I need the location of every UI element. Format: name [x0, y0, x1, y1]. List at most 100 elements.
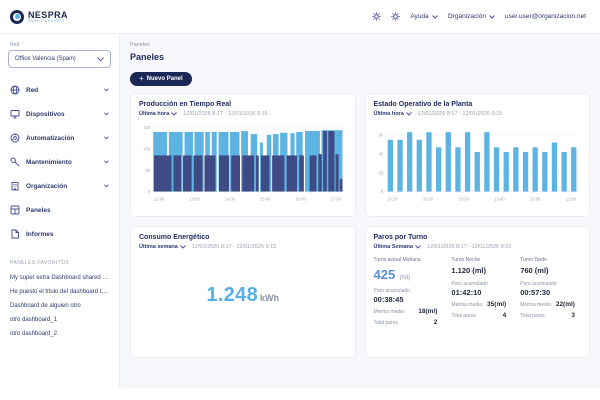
devices-icon [10, 109, 20, 119]
total-paros-value: 4 [503, 312, 507, 319]
chevron-down-icon [415, 245, 421, 249]
footer-strip [0, 388, 600, 400]
merma-turno-value: 1.120 (ml) [451, 266, 512, 275]
sidebar-item-label: Automatización [26, 135, 74, 142]
sidebar-item-label: Mantenimiento [26, 159, 72, 166]
merma-media-value: 35(ml) [487, 301, 506, 308]
card-produccion-tiempo-real: Producción en Tiempo Real Última hora 12… [130, 93, 356, 217]
favorite-dashboard-link[interactable]: otro dashboard_1 [0, 313, 119, 327]
paro-acumulado-value: 01:42:10 [451, 288, 512, 297]
sidebar-item-label: Red [26, 87, 38, 94]
chevron-down-icon [432, 15, 438, 19]
svg-text:13:00: 13:00 [189, 196, 200, 201]
card-title: Paros por Turno [374, 234, 582, 241]
organization-menu[interactable]: Organización [448, 13, 495, 20]
brand-name: NESPRA [28, 11, 68, 19]
svg-text:0: 0 [380, 189, 383, 194]
svg-text:100: 100 [143, 146, 151, 151]
sidebar-item-organizacion[interactable]: Organización [0, 174, 119, 198]
brand-logo[interactable]: NESPRA SMART DEVICES [10, 10, 68, 24]
chevron-down-icon [489, 15, 495, 19]
svg-text:11:00: 11:00 [565, 196, 576, 201]
network-select[interactable]: Office Valencia (Spain) [8, 50, 111, 68]
turno-column-tarde: Turno Tarde 760 (ml) Paro acumulado 00:5… [520, 257, 581, 326]
help-menu[interactable]: Ayuda [410, 13, 437, 20]
svg-text:16:00: 16:00 [295, 196, 306, 201]
sidebar-item-paneles[interactable]: Paneles [0, 198, 119, 222]
settings-gear-icon[interactable] [372, 12, 381, 21]
main-content: Paneles Paneles + Nuevo Panel Producción… [120, 34, 600, 388]
svg-text:15:00: 15:00 [260, 196, 271, 201]
period-dropdown[interactable]: Última Semana [374, 244, 421, 250]
chevron-down-icon [180, 245, 186, 249]
sidebar-nav: Red Dispositivos Automatización Mantenim… [0, 78, 119, 246]
period-dropdown[interactable]: Última hora [139, 111, 177, 117]
svg-text:10:50: 10:50 [530, 196, 541, 201]
favorite-dashboard-link[interactable]: otro dashboard_2 [0, 327, 119, 341]
svg-text:60: 60 [378, 132, 383, 137]
sidebar: Red Office Valencia (Spain) Red Disposit… [0, 34, 120, 388]
sidebar-item-label: Informes [26, 231, 53, 238]
chevron-down-icon [97, 57, 104, 62]
turno-column-noche: Turno Noche 1.120 (ml) Paro acumulado 01… [451, 257, 512, 326]
svg-text:50: 50 [145, 168, 150, 173]
paro-acumulado-value: 00:38:45 [374, 295, 444, 304]
sidebar-item-mantenimiento[interactable]: Mantenimiento [0, 150, 119, 174]
period-dropdown[interactable]: Última semana [139, 244, 186, 250]
maintenance-icon [10, 157, 20, 167]
chevron-down-icon [104, 184, 109, 188]
sidebar-item-automatizacion[interactable]: Automatización [0, 126, 119, 150]
sidebar-item-label: Dispositivos [26, 111, 65, 118]
chevron-down-icon [104, 112, 109, 116]
chevron-down-icon [171, 112, 177, 116]
sidebar-item-dispositivos[interactable]: Dispositivos [0, 102, 119, 126]
top-bar: NESPRA SMART DEVICES Ayuda Organización … [0, 0, 600, 34]
energy-consumption-unit: kWh [260, 293, 279, 303]
favorite-dashboard-link[interactable]: My super extra Dashboard shared wit... [0, 271, 119, 285]
card-title: Producción en Tiempo Real [139, 101, 347, 108]
chevron-down-icon [104, 88, 109, 92]
svg-text:150: 150 [143, 125, 151, 130]
merma-turno-value: 760 (ml) [520, 266, 581, 275]
sidebar-item-label: Paneles [26, 207, 51, 214]
period-dropdown[interactable]: Última hora [374, 111, 412, 117]
card-consumo-energetico: Consumo Energético Última semana 12/01/2… [130, 226, 356, 358]
preferences-gear-icon[interactable] [391, 12, 400, 21]
svg-text:10:20: 10:20 [422, 196, 433, 201]
svg-text:10:30: 10:30 [458, 196, 469, 201]
energy-consumption-value: 1.248 [206, 284, 258, 306]
help-label: Ayuda [410, 13, 428, 20]
plus-icon: + [139, 76, 144, 82]
turno-column-manana: Turno actual Mañana 425 (ml) Paro acumul… [374, 257, 444, 326]
network-selected-value: Office Valencia (Spain) [15, 56, 76, 62]
logo-icon [10, 10, 24, 24]
favorite-dashboard-link[interactable]: He puesto el título del dashboard tan... [0, 285, 119, 299]
brand-tagline: SMART DEVICES [28, 19, 68, 23]
svg-text:0: 0 [148, 189, 151, 194]
paro-acumulado-value: 00:57:30 [520, 288, 581, 297]
produccion-area-chart: 05010015012:0013:0014:0015:0016:0017:00 [139, 119, 347, 205]
user-email-menu[interactable]: user.user@organizacion.net [505, 13, 586, 20]
merma-media-value: 22(ml) [556, 301, 575, 308]
favorites-header: PANELES FAVORITOS [10, 260, 109, 266]
sidebar-item-label: Organización [26, 183, 67, 190]
organization-icon [10, 181, 20, 191]
new-panel-button[interactable]: + Nuevo Panel [130, 72, 192, 86]
chevron-down-icon [406, 112, 412, 116]
organization-label: Organización [448, 13, 486, 20]
favorite-dashboard-link[interactable]: Dashboard de alguien otro [0, 299, 119, 313]
globe-icon [10, 85, 20, 95]
merma-media-value: 18(ml) [418, 308, 437, 315]
svg-text:40: 40 [378, 151, 383, 156]
svg-text:17:00: 17:00 [331, 196, 342, 201]
reports-icon [10, 229, 20, 239]
date-range: 12/01/2026 8:17 - 12/01/2026 9:15 [183, 111, 267, 117]
svg-text:10:10: 10:10 [387, 196, 398, 201]
sidebar-item-red[interactable]: Red [0, 78, 119, 102]
automation-icon [10, 133, 20, 143]
chevron-down-icon [104, 160, 109, 164]
card-paros-por-turno: Paros por Turno Última Semana 12/01/2026… [365, 226, 591, 358]
breadcrumb: Paneles [130, 42, 590, 48]
date-range: 12/01/2026 8:17 - 12/01/2026 9:15 [427, 244, 511, 250]
sidebar-item-informes[interactable]: Informes [0, 222, 119, 246]
